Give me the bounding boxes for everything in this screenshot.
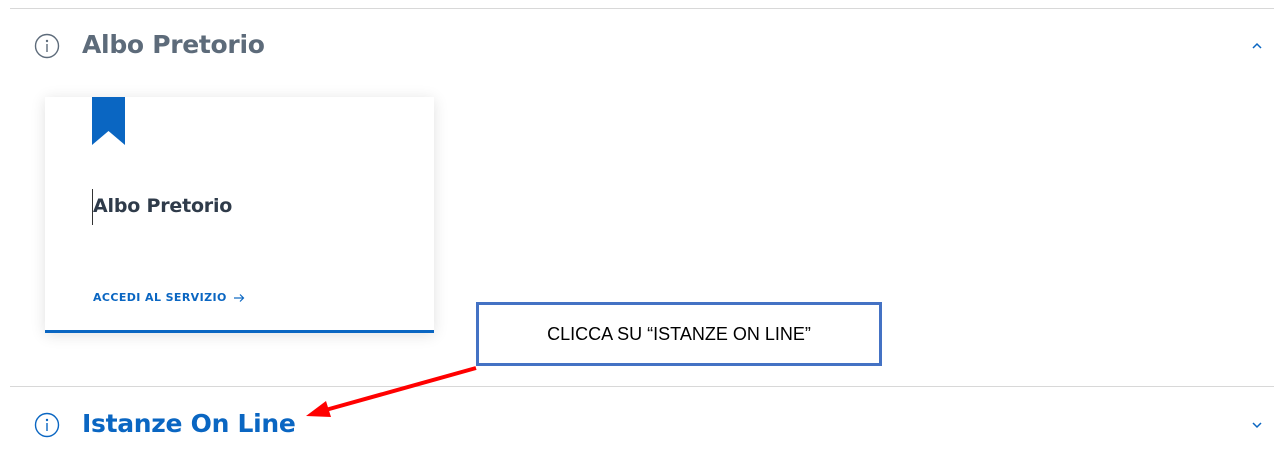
arrow-right-icon [233,293,245,302]
accordion-header-istanze-on-line[interactable]: Istanze On Line [10,393,1274,459]
link-label: ACCEDI AL SERVIZIO [93,291,227,304]
annotation-callout: CLICCA SU “ISTANZE ON LINE” [476,302,882,366]
service-card[interactable]: Albo Pretorio ACCEDI AL SERVIZIO [45,97,434,333]
accordion-header-albo-pretorio[interactable]: Albo Pretorio [10,8,1274,83]
info-circle-icon [34,412,60,438]
accordion-title: Istanze On Line [82,409,296,438]
card-title: Albo Pretorio [93,195,233,217]
accedi-al-servizio-link[interactable]: ACCEDI AL SERVIZIO [93,291,245,304]
bookmark-icon [92,97,125,145]
accordion-title: Albo Pretorio [82,30,265,59]
chevron-down-icon[interactable] [1250,418,1264,432]
chevron-up-icon[interactable] [1250,39,1264,53]
callout-text: CLICCA SU “ISTANZE ON LINE” [547,323,811,344]
divider-middle [10,386,1274,387]
info-circle-icon [34,33,60,59]
